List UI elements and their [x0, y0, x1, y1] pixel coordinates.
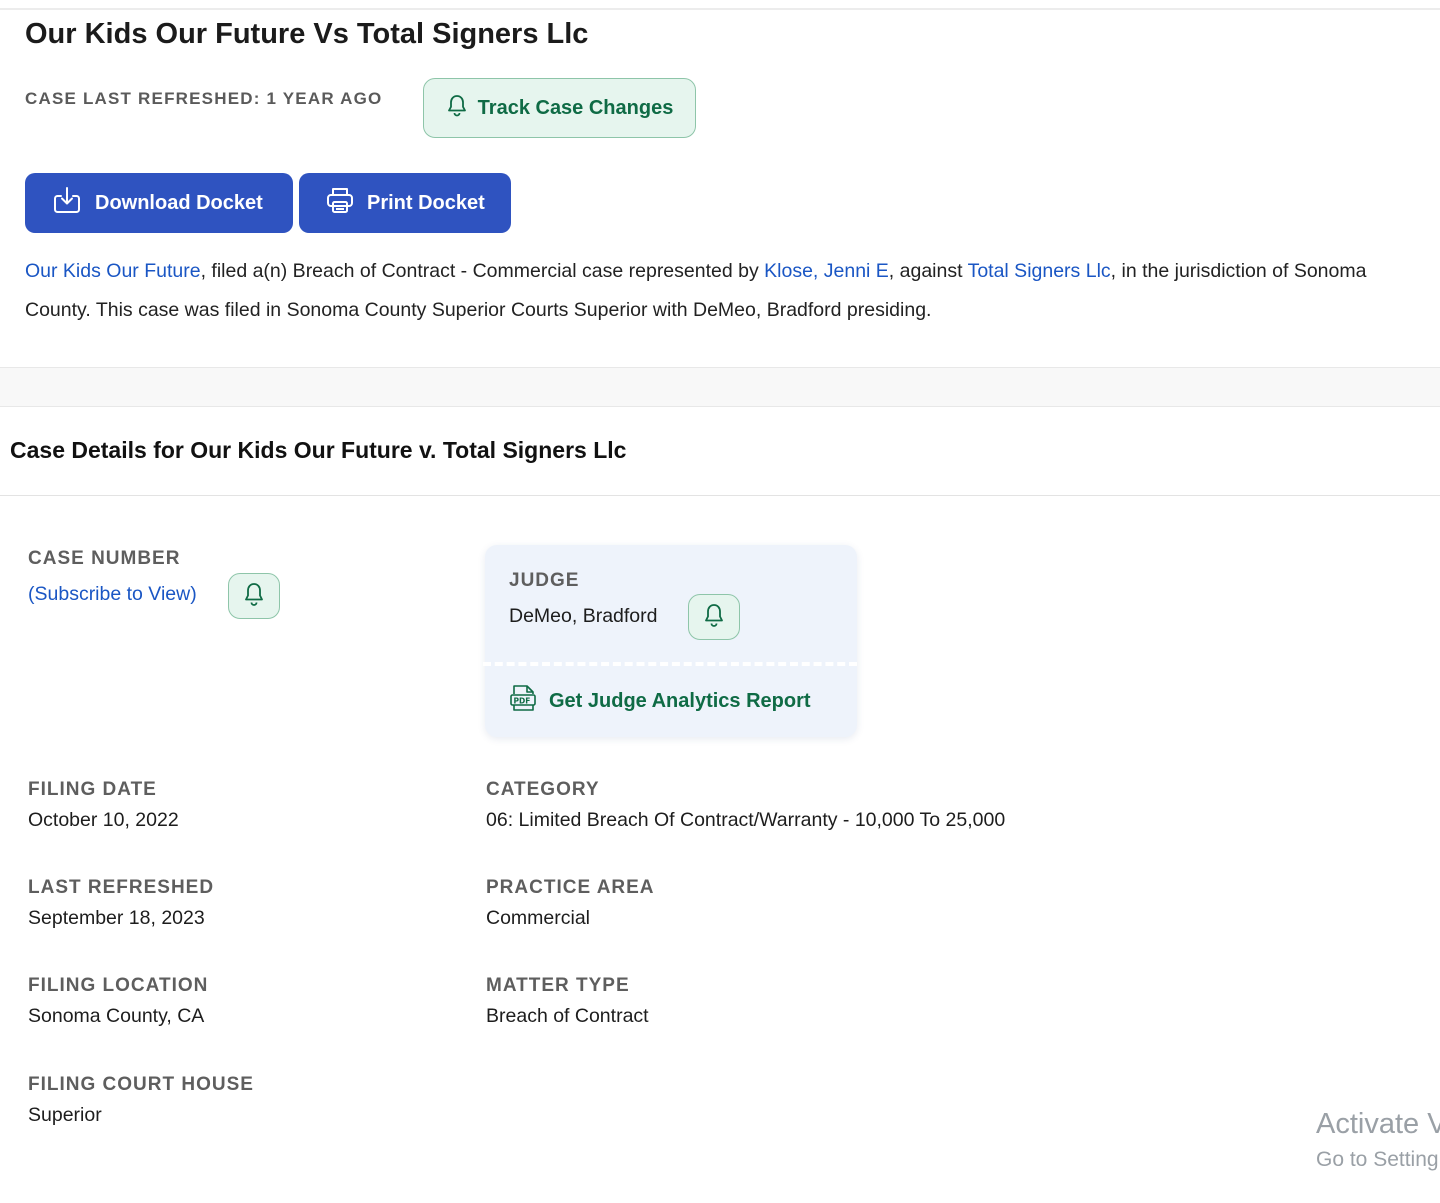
filing-date-value: October 10, 2022 — [28, 809, 179, 831]
case-number-label: CASE NUMBER — [28, 548, 181, 569]
download-icon — [51, 185, 83, 221]
case-number-subscribe-link[interactable]: (Subscribe to View) — [28, 583, 197, 606]
bell-icon — [243, 581, 265, 612]
filing-court-house-value: Superior — [28, 1104, 102, 1126]
matter-type-value: Breach of Contract — [486, 1005, 649, 1027]
practice-area-label: PRACTICE AREA — [486, 877, 655, 898]
attorney-link[interactable]: Klose, Jenni E — [764, 260, 889, 282]
case-summary: Our Kids Our Future, filed a(n) Breach o… — [25, 252, 1435, 330]
judge-analytics-report-label: Get Judge Analytics Report — [549, 689, 811, 712]
details-divider — [0, 495, 1440, 496]
category-value: 06: Limited Breach Of Contract/Warranty … — [486, 809, 1006, 831]
category-label: CATEGORY — [486, 779, 600, 800]
track-case-changes-label: Track Case Changes — [477, 96, 674, 119]
svg-text:PDF: PDF — [514, 697, 531, 706]
print-docket-button[interactable]: Print Docket — [299, 173, 511, 233]
track-case-changes-button[interactable]: Track Case Changes — [423, 78, 696, 138]
top-divider — [0, 8, 1440, 10]
defendant-link[interactable]: Total Signers Llc — [968, 260, 1111, 282]
judge-analytics-report-link[interactable]: PDF Get Judge Analytics Report — [509, 683, 811, 719]
summary-text-1: , filed a(n) Breach of Contract - Commer… — [200, 260, 765, 282]
activate-windows-watermark: Activate V — [1316, 1108, 1440, 1140]
matter-type-label: MATTER TYPE — [486, 975, 630, 996]
last-refreshed-value: September 18, 2023 — [28, 907, 205, 929]
case-details-heading: Case Details for Our Kids Our Future v. … — [10, 437, 627, 463]
practice-area-value: Commercial — [486, 907, 591, 929]
judge-card: JUDGE DeMeo, Bradford PDF Get Judge Anal… — [483, 545, 857, 737]
section-separator — [0, 367, 1440, 407]
print-docket-label: Print Docket — [367, 191, 485, 214]
plaintiff-link[interactable]: Our Kids Our Future — [25, 260, 201, 282]
case-number-alert-button[interactable] — [228, 573, 280, 619]
page-title: Our Kids Our Future Vs Total Signers Llc — [25, 18, 589, 50]
filing-location-label: FILING LOCATION — [28, 975, 209, 996]
case-refreshed-label: CASE LAST REFRESHED: 1 YEAR AGO — [25, 89, 383, 108]
filing-court-house-label: FILING COURT HOUSE — [28, 1074, 254, 1095]
filing-date-label: FILING DATE — [28, 779, 157, 800]
bell-icon — [446, 93, 468, 123]
judge-label: JUDGE — [509, 570, 580, 591]
judge-alert-button[interactable] — [688, 594, 740, 640]
download-docket-button[interactable]: Download Docket — [25, 173, 293, 233]
last-refreshed-label: LAST REFRESHED — [28, 877, 215, 898]
summary-text-2: , against — [888, 260, 968, 282]
pdf-icon: PDF — [509, 683, 537, 719]
judge-name: DeMeo, Bradford — [509, 605, 658, 627]
judge-card-dashed-divider — [483, 662, 857, 666]
printer-icon — [325, 185, 355, 221]
filing-location-value: Sonoma County, CA — [28, 1005, 205, 1027]
bell-icon — [703, 602, 725, 633]
activate-windows-subtext: Go to Setting — [1316, 1148, 1439, 1171]
download-docket-label: Download Docket — [95, 191, 263, 214]
